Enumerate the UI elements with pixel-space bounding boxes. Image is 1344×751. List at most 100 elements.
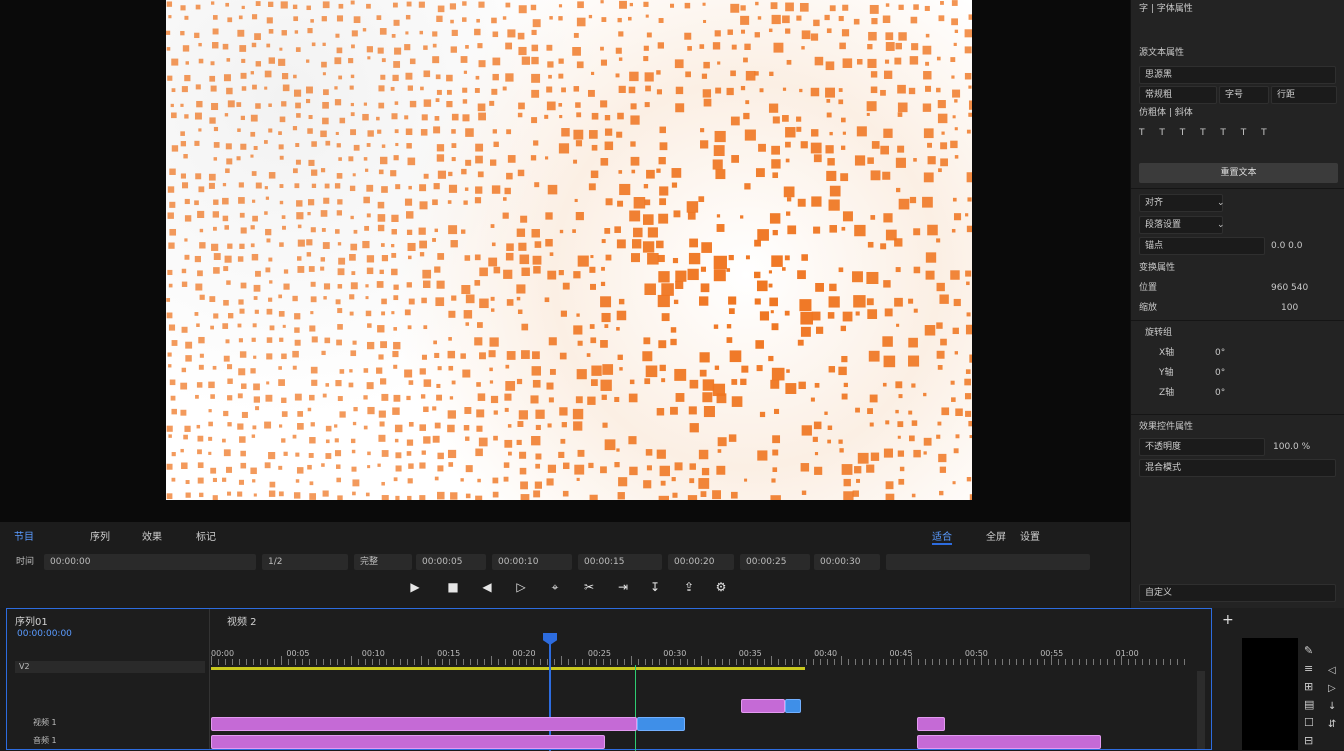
font-size-field[interactable]: 字号	[1219, 86, 1269, 104]
text-style-icons[interactable]: T T T T T T T	[1139, 124, 1336, 142]
tab-effects[interactable]: 效果	[142, 528, 162, 543]
stop-icon[interactable]: ■	[444, 578, 462, 596]
timeline-clip[interactable]	[211, 735, 605, 749]
reset-button[interactable]: 重置文本	[1139, 163, 1338, 183]
resolution-field[interactable]: 1/2	[262, 554, 348, 570]
anchor-value[interactable]: 0.0 0.0	[1271, 237, 1336, 255]
track-v2-header[interactable]: V2	[15, 661, 205, 673]
ruler-tick	[869, 659, 870, 665]
ruler-label: 00:15	[437, 649, 461, 658]
overwrite-icon[interactable]: ↧	[646, 578, 664, 596]
insert-icon[interactable]: ⇥	[614, 578, 632, 596]
ruler-tick	[456, 659, 457, 665]
timeline-panel[interactable]: 序列01 00:00:00:00 V2 视频 1 音频 1 视频 2 00:00…	[6, 608, 1212, 751]
leading-field[interactable]: 行距	[1271, 86, 1337, 104]
anchor-field[interactable]: 锚点	[1139, 237, 1265, 255]
video-preview[interactable]	[166, 0, 972, 500]
ruler-tick	[239, 659, 240, 665]
playhead-handle[interactable]	[543, 633, 557, 645]
ruler-tick	[988, 659, 989, 665]
position-value[interactable]: 960 540	[1271, 279, 1336, 297]
ruler-tick	[379, 659, 380, 665]
marker-icon[interactable]: ⌖	[546, 578, 564, 596]
timeline-title[interactable]: 视频 2	[227, 613, 257, 628]
ruler-tick	[1065, 659, 1066, 665]
chevron-down-icon[interactable]: ⌄	[1217, 216, 1229, 234]
opacity-label: 不透明度	[1139, 438, 1265, 456]
tab-settings[interactable]: 设置	[1020, 528, 1040, 543]
ruler-tick	[1002, 659, 1003, 665]
export-icon[interactable]: ⇪	[680, 578, 698, 596]
tool-icons[interactable]: ✎ ≡ ⊞ ▤ ☐ ⊟	[1304, 642, 1314, 750]
ruler-tick	[876, 659, 877, 665]
timeline-scrollbar[interactable]	[1197, 671, 1205, 749]
tab-fit[interactable]: 适合	[932, 528, 952, 545]
timeline-clip[interactable]	[785, 699, 801, 713]
ruler-tick	[638, 659, 639, 665]
tab-fullscreen[interactable]: 全屏	[986, 528, 1006, 543]
tab-sequence[interactable]: 序列	[90, 528, 110, 543]
timeline-clip[interactable]	[637, 717, 685, 731]
rotation-z-value[interactable]: 0°	[1215, 384, 1336, 402]
timecode-field[interactable]: 00:00:00	[44, 554, 256, 570]
program-monitor[interactable]	[0, 0, 1130, 522]
track-v1-header[interactable]: 视频 1	[33, 717, 57, 728]
effects-title: 效果控件属性	[1139, 422, 1194, 432]
ruler-tick	[1149, 659, 1150, 665]
quality-field[interactable]: 完整	[354, 554, 412, 570]
ruler-tick	[1023, 659, 1024, 665]
sequence-name[interactable]: 序列01	[15, 613, 48, 628]
tool-icons-secondary[interactable]: ◁ ▷ ↓ ⇵	[1328, 662, 1336, 734]
timeline-clip[interactable]	[741, 699, 785, 713]
ruler-tick	[897, 659, 898, 665]
ruler-label: 01:00	[1115, 649, 1139, 658]
step-forward-icon[interactable]: ▷	[512, 578, 530, 596]
step-back-icon[interactable]: ◀	[478, 578, 496, 596]
align-dropdown[interactable]: 对齐	[1139, 194, 1223, 212]
tab-markers[interactable]: 标记	[196, 528, 216, 543]
ruler-tick	[1016, 659, 1017, 665]
blend-mode-field[interactable]: 混合模式	[1139, 459, 1336, 477]
razor-icon[interactable]: ✂	[580, 578, 598, 596]
rotation-y-value[interactable]: 0°	[1215, 364, 1336, 382]
time-field-30[interactable]: 00:00:30	[814, 554, 880, 570]
font-field[interactable]: 思源黑	[1139, 66, 1336, 84]
ruler-tick	[421, 656, 422, 665]
ruler-tick	[1058, 659, 1059, 665]
ruler-tick	[596, 659, 597, 665]
time-field-15[interactable]: 00:00:15	[578, 554, 662, 570]
time-field-20[interactable]: 00:00:20	[668, 554, 734, 570]
playhead[interactable]	[549, 635, 551, 751]
section-title: 源文本属性	[1139, 48, 1185, 58]
ruler-tick	[890, 659, 891, 665]
opacity-value[interactable]: 100.0 %	[1273, 438, 1336, 456]
time-field-25[interactable]: 00:00:25	[740, 554, 810, 570]
timeline-clip[interactable]	[917, 735, 1101, 749]
chevron-down-icon[interactable]: ⌄	[1217, 194, 1229, 212]
add-icon[interactable]: +	[1222, 612, 1234, 628]
playback-field[interactable]	[886, 554, 1090, 570]
timeline-clip[interactable]	[211, 717, 637, 731]
ruler-tick	[309, 659, 310, 665]
option-row[interactable]: 仿粗体 | 斜体	[1139, 104, 1336, 122]
ruler-tick	[862, 659, 863, 665]
time-ruler[interactable]: 00:00 00:05 00:10 00:15 00:20 00:25 00:30 00:35…	[211, 649, 1191, 667]
work-area-bar[interactable]	[211, 667, 805, 670]
ruler-tick	[400, 659, 401, 665]
scale-value[interactable]: 100	[1281, 299, 1336, 317]
time-field-5[interactable]: 00:00:05	[416, 554, 486, 570]
ruler-tick	[295, 659, 296, 665]
font-style-select[interactable]: 常规粗	[1139, 86, 1217, 104]
ruler-tick	[1177, 659, 1178, 665]
paragraph-dropdown[interactable]: 段落设置	[1139, 216, 1223, 234]
settings-icon[interactable]: ⚙	[712, 578, 730, 596]
bottom-dropdown[interactable]: 自定义	[1139, 584, 1336, 602]
track-a1-header[interactable]: 音频 1	[33, 735, 57, 746]
play-icon[interactable]: ▶	[406, 578, 424, 596]
time-field-10[interactable]: 00:00:10	[492, 554, 572, 570]
tab-program[interactable]: 节目	[14, 528, 34, 543]
current-timecode[interactable]: 00:00:00:00	[17, 629, 72, 639]
rotation-x-value[interactable]: 0°	[1215, 344, 1336, 362]
timeline-clip[interactable]	[917, 717, 945, 731]
rotation-group[interactable]: 旋转组	[1145, 324, 1336, 342]
